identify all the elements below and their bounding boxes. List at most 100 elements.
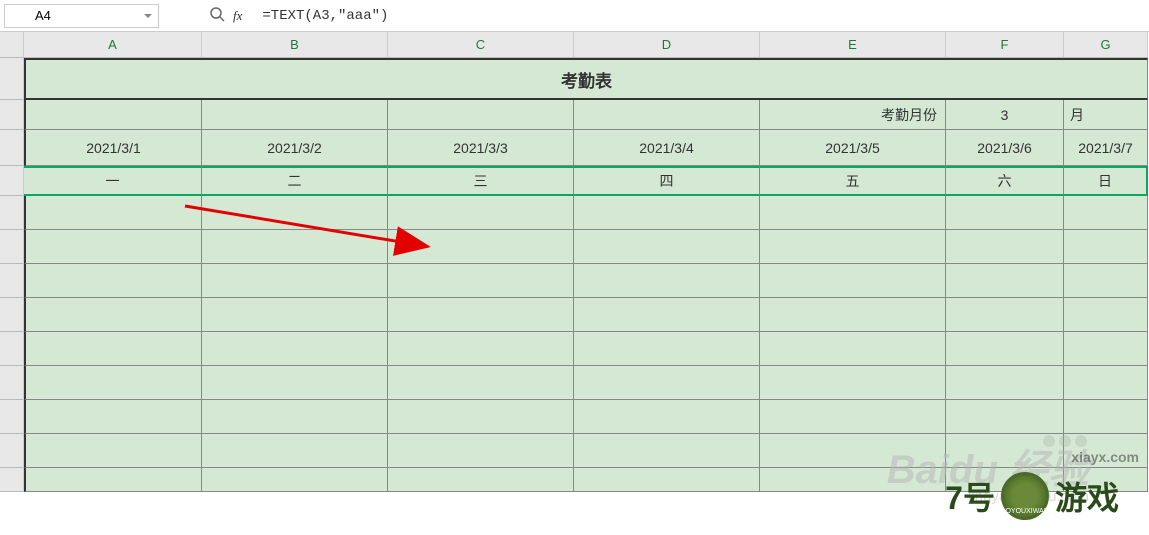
- date-cell[interactable]: 2021/3/1: [24, 130, 202, 166]
- chevron-down-icon[interactable]: [144, 14, 152, 18]
- cell[interactable]: [24, 196, 202, 230]
- date-cell[interactable]: 2021/3/5: [760, 130, 946, 166]
- cell[interactable]: [24, 366, 202, 400]
- search-icon[interactable]: [209, 6, 225, 25]
- weekday-cell[interactable]: 日: [1064, 166, 1148, 196]
- cell[interactable]: [946, 400, 1064, 434]
- cell[interactable]: [388, 400, 574, 434]
- cell[interactable]: [1064, 298, 1148, 332]
- cell[interactable]: [202, 230, 388, 264]
- row-header[interactable]: [0, 230, 24, 264]
- cell[interactable]: [946, 332, 1064, 366]
- row-header[interactable]: [0, 100, 24, 130]
- cell[interactable]: [202, 100, 388, 130]
- cell[interactable]: [202, 196, 388, 230]
- row-header[interactable]: [0, 366, 24, 400]
- date-cell[interactable]: 2021/3/4: [574, 130, 760, 166]
- cell[interactable]: [760, 434, 946, 468]
- cell[interactable]: [1064, 366, 1148, 400]
- cell[interactable]: [574, 434, 760, 468]
- row-header[interactable]: [0, 298, 24, 332]
- cell[interactable]: [946, 298, 1064, 332]
- cell[interactable]: [202, 434, 388, 468]
- cell[interactable]: [1064, 230, 1148, 264]
- cell[interactable]: [1064, 264, 1148, 298]
- weekday-cell[interactable]: 四: [574, 166, 760, 196]
- row-header[interactable]: [0, 468, 24, 492]
- cell[interactable]: [1064, 468, 1148, 492]
- weekday-cell[interactable]: 一: [24, 166, 202, 196]
- cell[interactable]: [24, 400, 202, 434]
- date-cell[interactable]: 2021/3/6: [946, 130, 1064, 166]
- cell[interactable]: [388, 196, 574, 230]
- cell[interactable]: [574, 468, 760, 492]
- date-cell[interactable]: 2021/3/2: [202, 130, 388, 166]
- row-header[interactable]: [0, 196, 24, 230]
- weekday-cell[interactable]: 二: [202, 166, 388, 196]
- column-header[interactable]: B: [202, 32, 388, 58]
- cell[interactable]: [760, 366, 946, 400]
- cell[interactable]: [202, 366, 388, 400]
- row-header[interactable]: [0, 332, 24, 366]
- cell[interactable]: [1064, 400, 1148, 434]
- row-header[interactable]: [0, 58, 24, 100]
- cell[interactable]: [946, 366, 1064, 400]
- cell[interactable]: [760, 230, 946, 264]
- cell[interactable]: [574, 264, 760, 298]
- cell[interactable]: [388, 468, 574, 492]
- row-header[interactable]: [0, 434, 24, 468]
- cell[interactable]: [760, 298, 946, 332]
- title-cell[interactable]: 考勤表: [24, 58, 1148, 100]
- cell[interactable]: [574, 366, 760, 400]
- cell[interactable]: [574, 230, 760, 264]
- cell[interactable]: [202, 298, 388, 332]
- cell[interactable]: [1064, 434, 1148, 468]
- cell-reference-box[interactable]: A4: [4, 4, 159, 28]
- month-label-cell[interactable]: 考勤月份: [760, 100, 946, 130]
- column-header[interactable]: A: [24, 32, 202, 58]
- cell[interactable]: [760, 332, 946, 366]
- month-unit-cell[interactable]: 月: [1064, 100, 1148, 130]
- cell[interactable]: [388, 298, 574, 332]
- cell[interactable]: [574, 400, 760, 434]
- cell[interactable]: [388, 366, 574, 400]
- cell[interactable]: [24, 100, 202, 130]
- weekday-cell[interactable]: 五: [760, 166, 946, 196]
- cell[interactable]: [202, 468, 388, 492]
- cell[interactable]: [24, 298, 202, 332]
- column-header[interactable]: C: [388, 32, 574, 58]
- cell[interactable]: [760, 264, 946, 298]
- cell[interactable]: [574, 196, 760, 230]
- cell[interactable]: [24, 332, 202, 366]
- cell[interactable]: [574, 298, 760, 332]
- cell[interactable]: [1064, 332, 1148, 366]
- cell[interactable]: [24, 434, 202, 468]
- row-header[interactable]: [0, 166, 24, 196]
- cell[interactable]: [760, 196, 946, 230]
- cell[interactable]: [574, 100, 760, 130]
- weekday-cell[interactable]: 三: [388, 166, 574, 196]
- cell[interactable]: [24, 230, 202, 264]
- cell[interactable]: [388, 100, 574, 130]
- select-all-corner[interactable]: [0, 32, 24, 58]
- date-cell[interactable]: 2021/3/7: [1064, 130, 1148, 166]
- cell[interactable]: [1064, 196, 1148, 230]
- cell[interactable]: [574, 332, 760, 366]
- cell[interactable]: [388, 230, 574, 264]
- row-header[interactable]: [0, 400, 24, 434]
- column-header[interactable]: E: [760, 32, 946, 58]
- column-header[interactable]: G: [1064, 32, 1148, 58]
- cell[interactable]: [24, 264, 202, 298]
- cell[interactable]: [202, 332, 388, 366]
- cell[interactable]: [946, 230, 1064, 264]
- month-value-cell[interactable]: 3: [946, 100, 1064, 130]
- cell[interactable]: [946, 264, 1064, 298]
- cell[interactable]: [388, 434, 574, 468]
- cell[interactable]: [388, 264, 574, 298]
- date-cell[interactable]: 2021/3/3: [388, 130, 574, 166]
- cell[interactable]: [760, 400, 946, 434]
- column-header[interactable]: F: [946, 32, 1064, 58]
- column-header[interactable]: D: [574, 32, 760, 58]
- cell[interactable]: [388, 332, 574, 366]
- weekday-cell[interactable]: 六: [946, 166, 1064, 196]
